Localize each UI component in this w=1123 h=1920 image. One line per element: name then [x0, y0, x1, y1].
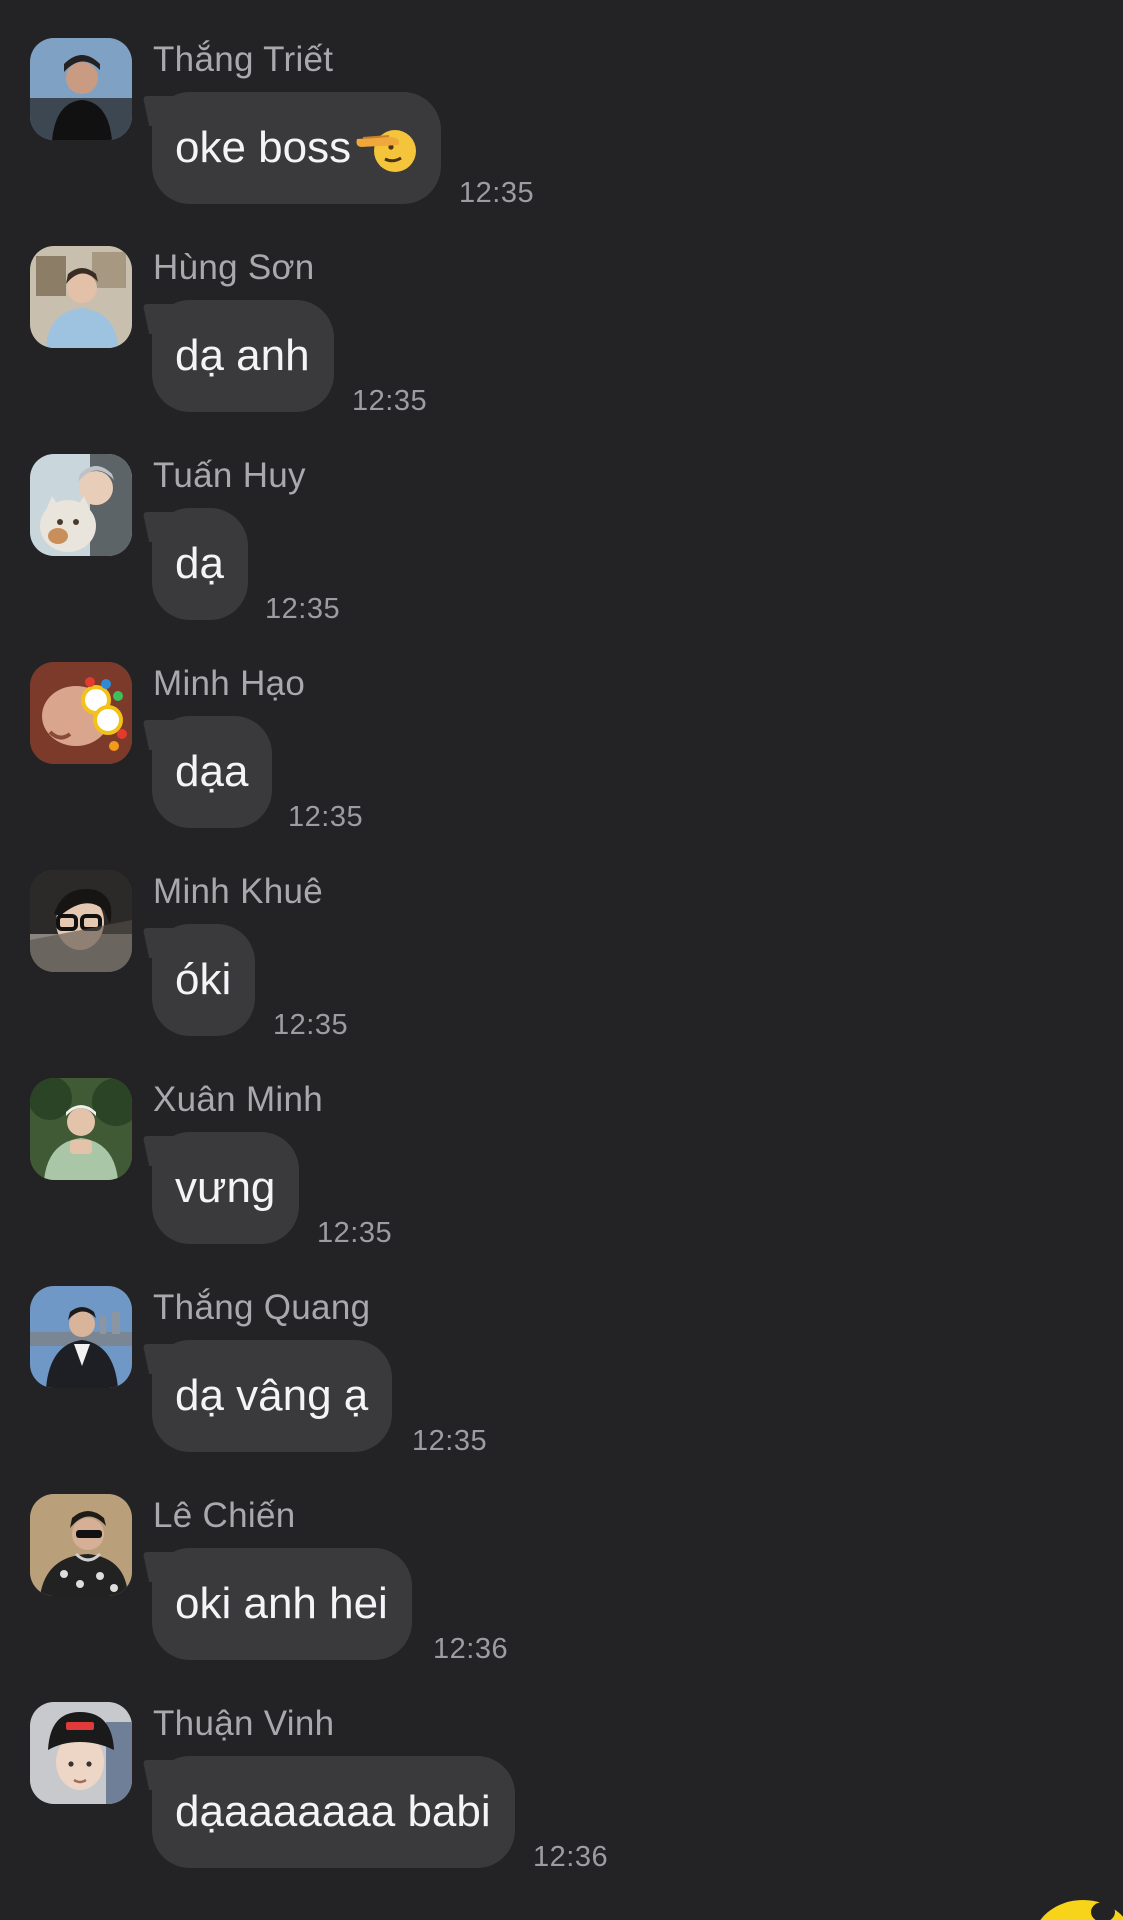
sender-name: Tuấn Huy — [153, 456, 306, 495]
sender-name: Thuận Vinh — [153, 1704, 335, 1743]
avatar[interactable] — [30, 246, 132, 348]
message-row: Hùng Sơn dạ anh 12:35 — [0, 208, 1123, 417]
message-bubble[interactable]: dạ vâng ạ — [152, 1340, 393, 1452]
avatar[interactable] — [30, 38, 132, 140]
message-row: Xuân Minh vưng 12:35 — [0, 1040, 1123, 1249]
message-row: Thuận Vinh dạaaaaaaa babi 12:36 — [0, 1664, 1123, 1873]
message-row: Minh Khuê óki 12:35 — [0, 832, 1123, 1041]
message-time: 12:36 — [533, 1841, 609, 1873]
sender-name: Minh Khuê — [153, 872, 324, 911]
message-text: dạaaaaaaa babi — [175, 1787, 491, 1836]
message-time: 12:35 — [288, 801, 364, 833]
sender-name: Thắng Triết — [153, 40, 334, 79]
avatar[interactable] — [30, 1702, 132, 1804]
message-bubble[interactable]: vưng — [152, 1132, 300, 1244]
sender-name: Thắng Quang — [153, 1288, 371, 1327]
message-row: Tuấn Huy dạ 12:35 — [0, 416, 1123, 625]
avatar[interactable] — [30, 870, 132, 972]
sender-name: Xuân Minh — [153, 1080, 324, 1119]
message-time: 12:35 — [317, 1217, 393, 1249]
message-bubble[interactable]: dạaaaaaaa babi — [152, 1756, 515, 1868]
sender-name: Minh Hạo — [153, 664, 306, 703]
message-text: óki — [175, 955, 232, 1004]
message-row: Lê Chiến oki anh hei 12:36 — [0, 1456, 1123, 1665]
message-bubble[interactable]: oke boss — [152, 92, 442, 204]
message-text: dạa — [175, 747, 249, 796]
saluting-face-emoji-icon — [355, 121, 417, 175]
message-row: Thắng Triết oke boss 12:35 — [0, 0, 1123, 209]
avatar[interactable] — [30, 454, 132, 556]
message-time: 12:35 — [459, 177, 535, 209]
message-text: dạ anh — [175, 331, 310, 380]
message-time: 12:35 — [352, 385, 428, 417]
message-bubble[interactable]: dạ anh — [152, 300, 334, 412]
message-time: 12:36 — [433, 1633, 509, 1665]
message-bubble[interactable]: óki — [152, 924, 256, 1036]
message-text: vưng — [175, 1163, 276, 1212]
chat-message-list[interactable]: Thắng Triết oke boss 12:35 Hùng Sơn dạ a… — [0, 0, 1123, 1920]
message-text: dạ — [175, 539, 224, 588]
sender-name: Lê Chiến — [153, 1496, 296, 1535]
message-bubble[interactable]: oki anh hei — [152, 1548, 412, 1660]
message-bubble[interactable]: dạ — [152, 508, 248, 620]
avatar[interactable] — [30, 1286, 132, 1388]
avatar[interactable] — [30, 662, 132, 764]
sender-name: Hùng Sơn — [153, 248, 315, 287]
message-text: oke boss — [175, 123, 352, 172]
avatar[interactable] — [30, 1494, 132, 1596]
message-bubble[interactable]: dạa — [152, 716, 273, 828]
message-time: 12:35 — [265, 593, 341, 625]
message-text: dạ vâng ạ — [175, 1371, 369, 1420]
avatar[interactable] — [30, 1078, 132, 1180]
sticker-icon[interactable] — [1003, 1890, 1123, 1920]
message-time: 12:35 — [412, 1425, 488, 1457]
message-row: Thắng Quang dạ vâng ạ 12:35 — [0, 1248, 1123, 1457]
message-row: Minh Hạo dạa 12:35 — [0, 624, 1123, 833]
message-text: oki anh hei — [175, 1579, 388, 1628]
message-time: 12:35 — [273, 1009, 349, 1041]
